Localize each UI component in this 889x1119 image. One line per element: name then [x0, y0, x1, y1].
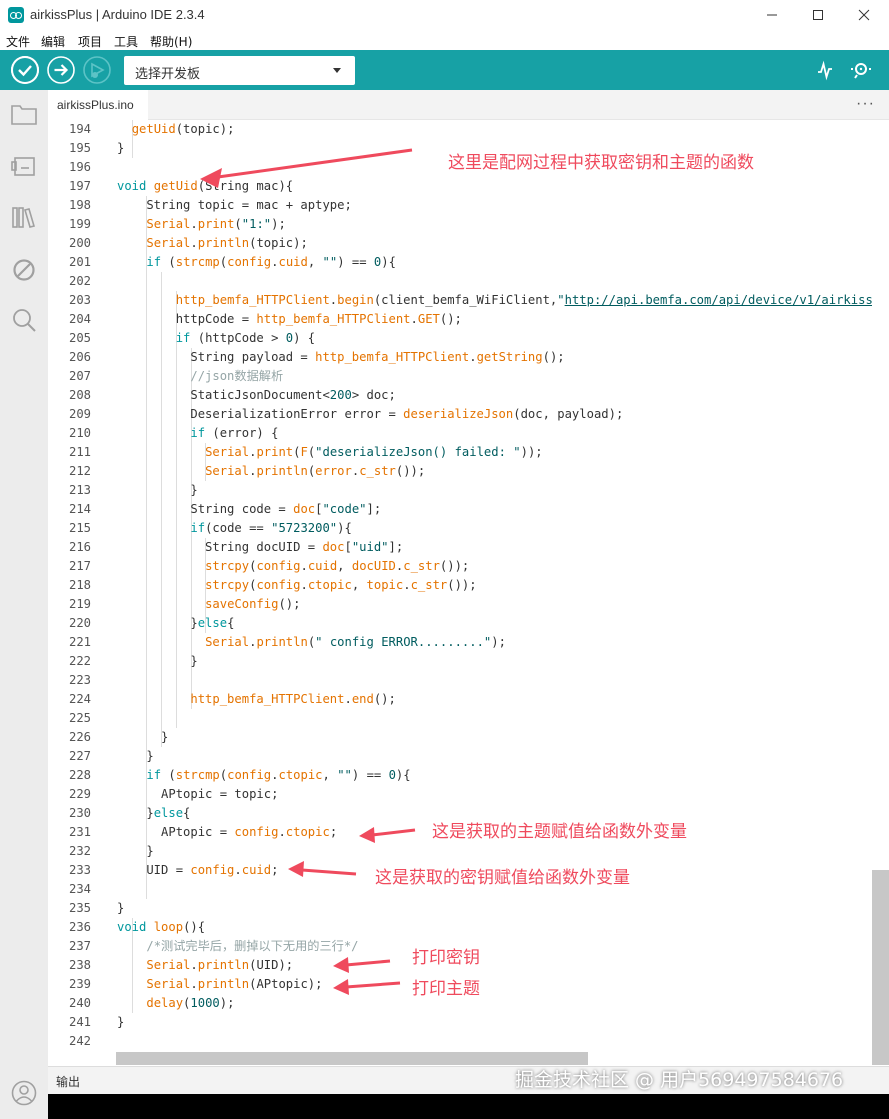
arrow-to-println-uid	[345, 959, 391, 967]
arrow-to-println-aptopic	[345, 981, 401, 989]
arrow-to-uid	[301, 868, 357, 876]
annotation-print-uid: 打印密钥	[412, 948, 480, 968]
arrow-to-getuid	[217, 148, 413, 179]
watermark: 掘金技术社区 @ 用户5694975846​76	[515, 1069, 844, 1091]
annotation-getuid: 这里是配网过程中获取密钥和主题的函数	[448, 153, 754, 173]
annotation-uid: 这是获取的密钥赋值给函数外变量	[375, 868, 630, 888]
annotation-print-topic: 打印主题	[412, 979, 480, 999]
arrow-to-aptopic	[371, 828, 416, 837]
annotation-aptopic: 这是获取的主题赋值给函数外变量	[432, 822, 687, 842]
